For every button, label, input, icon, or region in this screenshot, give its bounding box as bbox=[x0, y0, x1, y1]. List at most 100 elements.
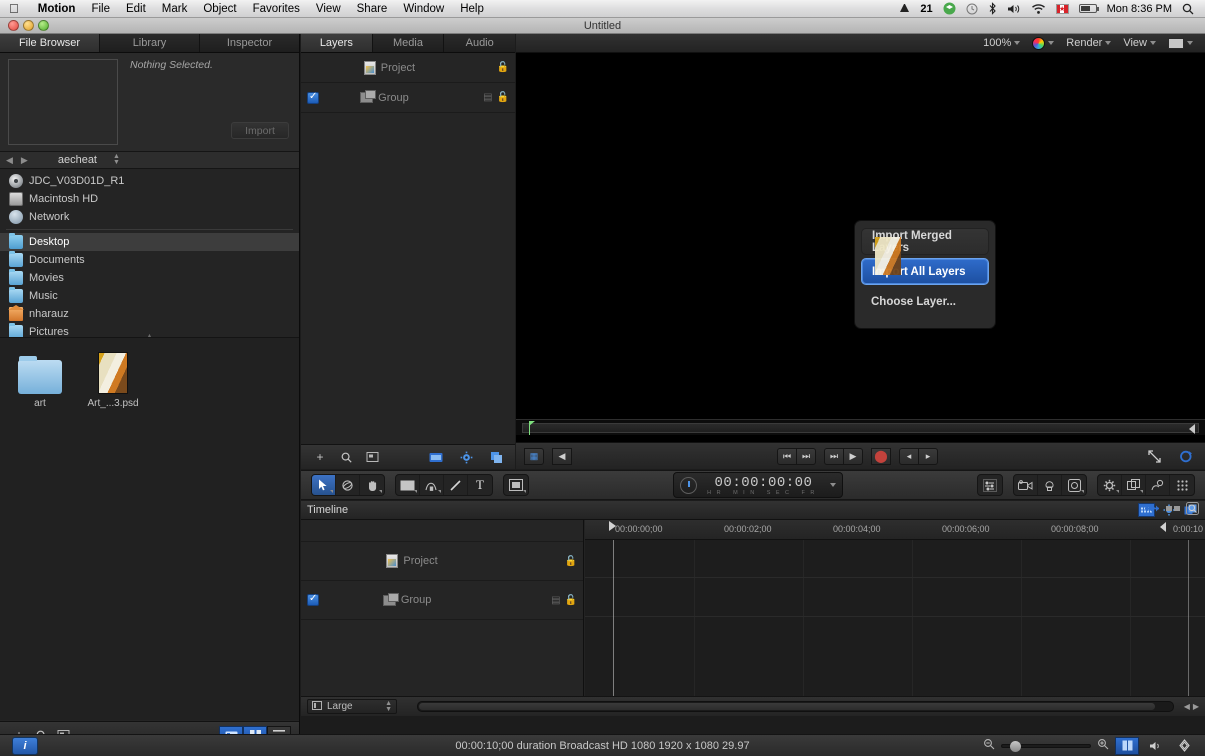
slider-knob[interactable] bbox=[1010, 741, 1021, 752]
wifi-icon[interactable] bbox=[1026, 3, 1051, 15]
spotlight-search-icon[interactable] bbox=[1177, 3, 1199, 15]
menu-item-edit[interactable]: Edit bbox=[118, 0, 154, 18]
dialog-option-choose-layer[interactable]: Choose Layer... bbox=[861, 288, 989, 315]
sidebar-item-network[interactable]: Network bbox=[0, 208, 299, 226]
menu-item-mark[interactable]: Mark bbox=[154, 0, 196, 18]
view-popup[interactable]: View bbox=[1117, 37, 1162, 49]
rectangle-tool-icon[interactable] bbox=[396, 475, 420, 495]
sidebar-item-nharauz[interactable]: nharauz bbox=[0, 305, 299, 323]
keyframe-icon[interactable] bbox=[1146, 475, 1170, 495]
tab-library[interactable]: Library bbox=[100, 34, 200, 52]
track-size-stepper-icon[interactable]: ▲▼ bbox=[385, 701, 392, 713]
scrubber-track[interactable] bbox=[522, 423, 1199, 433]
menu-item-help[interactable]: Help bbox=[452, 0, 492, 18]
layer-row-group[interactable]: Group ▤ 🔓 bbox=[301, 83, 515, 113]
library-icon[interactable] bbox=[1170, 475, 1194, 495]
timeline-row-icons[interactable]: 🔓 bbox=[565, 556, 577, 567]
timeline-horizontal-scrollbar[interactable] bbox=[417, 701, 1174, 712]
lock-icon[interactable]: 🔓 bbox=[497, 62, 509, 73]
timeline-ruler[interactable]: 00:00:00;00 00:00:02;00 00:00:04;00 00:0… bbox=[585, 520, 1205, 540]
text-tool-icon[interactable]: T bbox=[468, 475, 492, 495]
scrollbar-thumb[interactable] bbox=[419, 703, 1155, 710]
dialog-option-import-all-layers[interactable]: Import All Layers bbox=[861, 258, 989, 285]
menu-item-motion[interactable]: Motion bbox=[30, 0, 84, 18]
file-grid[interactable]: art Art_...3.psd bbox=[0, 337, 299, 720]
color-channel-popup[interactable] bbox=[1026, 37, 1060, 50]
menu-item-object[interactable]: Object bbox=[195, 0, 244, 18]
lock-icon[interactable]: 🔓 bbox=[565, 556, 577, 567]
add-light-icon[interactable] bbox=[1038, 475, 1062, 495]
timing-icon[interactable] bbox=[425, 448, 447, 466]
timeline-layer-list[interactable]: Project 🔓 Group ▤ 🔓 bbox=[301, 520, 584, 696]
timeline-visibility-checkbox[interactable] bbox=[307, 594, 319, 606]
transform-3d-tool-icon[interactable] bbox=[336, 475, 360, 495]
add-icon[interactable]: + bbox=[309, 448, 331, 466]
pan-tool-icon[interactable] bbox=[360, 475, 384, 495]
step-back-icon[interactable]: ◂ bbox=[899, 448, 919, 465]
playhead-marker[interactable] bbox=[529, 421, 536, 435]
tab-media[interactable]: Media bbox=[373, 34, 445, 52]
layout-popup[interactable] bbox=[1162, 38, 1199, 49]
render-popup[interactable]: Render bbox=[1060, 37, 1117, 49]
sidebar-item-desktop[interactable]: Desktop bbox=[0, 233, 299, 251]
file-item-psd[interactable]: Art_...3.psd bbox=[83, 352, 143, 409]
bezier-tool-icon[interactable] bbox=[420, 475, 444, 495]
sidebar-item-disc[interactable]: JDC_V03D01D_R1 bbox=[0, 172, 299, 190]
filters-icon[interactable] bbox=[1122, 475, 1146, 495]
zoom-window-button[interactable] bbox=[38, 20, 49, 31]
current-path-label[interactable]: aecheat bbox=[58, 154, 97, 166]
tab-layers[interactable]: Layers bbox=[301, 34, 373, 52]
layer-row-icons[interactable]: 🔓 bbox=[497, 62, 509, 73]
zoom-icon[interactable] bbox=[1186, 502, 1199, 518]
behaviors-icon[interactable] bbox=[455, 448, 477, 466]
go-to-start-icon[interactable]: ⏮ bbox=[777, 448, 797, 465]
apple-menu-icon[interactable]:  bbox=[9, 2, 19, 15]
audio-icon[interactable]: ◀ bbox=[552, 448, 572, 465]
file-item-folder[interactable]: art bbox=[10, 352, 70, 409]
out-point-marker[interactable] bbox=[1189, 424, 1195, 434]
next-frame-icon[interactable]: ⏭ bbox=[824, 448, 844, 465]
forward-icon[interactable]: ▶ bbox=[21, 155, 28, 166]
loop-icon[interactable] bbox=[1175, 447, 1197, 465]
blend-mode-icon[interactable]: ▤ bbox=[483, 92, 492, 103]
menu-item-favorites[interactable]: Favorites bbox=[245, 0, 308, 18]
dropbox-icon[interactable] bbox=[938, 2, 961, 15]
inspector-icon[interactable] bbox=[978, 475, 1002, 495]
new-group-icon[interactable] bbox=[361, 448, 383, 466]
volume-icon[interactable] bbox=[1002, 3, 1026, 15]
timeline-row-icons[interactable]: ▤ 🔓 bbox=[551, 595, 577, 606]
viewer-scrubber[interactable] bbox=[516, 419, 1205, 435]
tab-inspector[interactable]: Inspector bbox=[200, 34, 299, 52]
import-button[interactable]: Import bbox=[231, 122, 289, 139]
clock-icon[interactable] bbox=[961, 3, 983, 15]
back-icon[interactable]: ◀ bbox=[6, 155, 13, 166]
fit-icon[interactable] bbox=[1143, 447, 1165, 465]
import-layers-dialog[interactable]: Import Merged Layers Import All Layers C… bbox=[854, 220, 996, 329]
show-viewer-icon[interactable]: ▦ bbox=[524, 448, 544, 465]
select-tool-icon[interactable] bbox=[312, 475, 336, 495]
sidebar-item-movies[interactable]: Movies bbox=[0, 269, 299, 287]
lock-icon[interactable]: 🔓 bbox=[565, 595, 577, 606]
layer-row-project[interactable]: Project 🔓 bbox=[301, 53, 515, 83]
timecode-digits[interactable]: 00:00:00:00 HR MIN SEC FR bbox=[697, 475, 830, 496]
tab-audio[interactable]: Audio bbox=[444, 34, 515, 52]
flag-canada-icon[interactable]: ★ bbox=[1051, 4, 1074, 14]
timeline-tracks[interactable] bbox=[585, 540, 1205, 696]
split-icon[interactable] bbox=[1165, 504, 1181, 516]
blend-mode-icon[interactable]: ▤ bbox=[551, 595, 560, 606]
sidebar-item-macintosh-hd[interactable]: Macintosh HD bbox=[0, 190, 299, 208]
sidebar-item-music[interactable]: Music bbox=[0, 287, 299, 305]
record-icon[interactable]: ⬤ bbox=[871, 448, 891, 465]
bluetooth-icon[interactable] bbox=[983, 2, 1002, 15]
layer-row-icons[interactable]: ▤ 🔓 bbox=[483, 92, 509, 103]
step-forward-icon[interactable]: ▸ bbox=[918, 448, 938, 465]
add-camera-icon[interactable] bbox=[1014, 475, 1038, 495]
menu-item-share[interactable]: Share bbox=[349, 0, 396, 18]
layer-visibility-checkbox[interactable] bbox=[307, 92, 319, 104]
close-window-button[interactable] bbox=[8, 20, 19, 31]
trim-icon[interactable] bbox=[1144, 504, 1160, 516]
timeline-row-group[interactable]: Group ▤ 🔓 bbox=[301, 581, 583, 620]
timeline-playhead-line[interactable] bbox=[613, 540, 614, 696]
filters-icon[interactable] bbox=[485, 448, 507, 466]
battery-icon[interactable] bbox=[1074, 4, 1102, 13]
